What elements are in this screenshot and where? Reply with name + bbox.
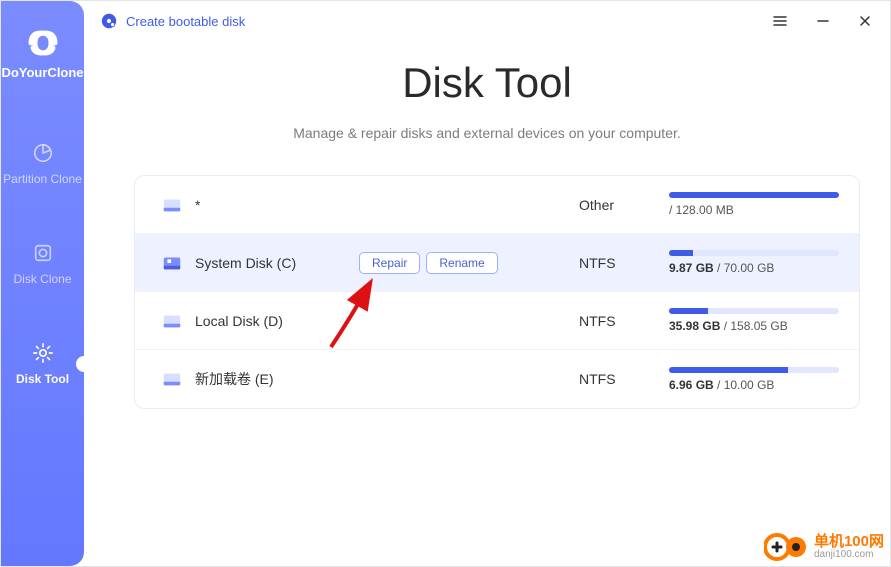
- usage-bar: [669, 192, 839, 198]
- create-bootable-link[interactable]: Create bootable disk: [100, 12, 245, 30]
- disk-usage: 35.98 GB / 158.05 GB: [669, 308, 839, 333]
- disk-usage: 6.96 GB / 10.00 GB: [669, 367, 839, 392]
- content: Disk Tool Manage & repair disks and exte…: [84, 41, 890, 566]
- usage-bar: [669, 308, 708, 314]
- disk-filesystem: Other: [579, 197, 669, 213]
- create-bootable-label: Create bootable disk: [126, 14, 245, 29]
- sidebar: DoYourClone Partition Clone Disk Clone: [1, 1, 84, 566]
- repair-button[interactable]: Repair: [359, 252, 420, 274]
- watermark-logo-icon: [764, 530, 808, 564]
- drive-icon: [161, 368, 183, 390]
- system-drive-icon: [161, 252, 183, 274]
- minimize-button[interactable]: [816, 14, 830, 28]
- disk-filesystem: NTFS: [579, 313, 669, 329]
- watermark-line1: 单机100网: [814, 534, 884, 550]
- menu-button[interactable]: [772, 13, 788, 29]
- gear-icon: [32, 342, 54, 364]
- watermark: 单机100网 danji100.com: [764, 530, 884, 564]
- window-controls: [772, 13, 872, 29]
- brand: DoYourClone: [1, 29, 83, 80]
- page-title: Disk Tool: [84, 59, 890, 107]
- piechart-icon: [32, 142, 54, 164]
- disk-usage: / 128.00 MB: [669, 192, 839, 217]
- nav: Partition Clone Disk Clone Disk Tool: [1, 128, 84, 428]
- brand-logo-icon: [23, 29, 63, 57]
- nav-label: Disk Tool: [16, 372, 69, 386]
- disk-name: System Disk (C): [189, 255, 359, 271]
- disk-row[interactable]: Local Disk (D) NTFS 35.98 GB / 158.05 GB: [135, 292, 859, 350]
- disk-row[interactable]: * Other / 128.00 MB: [135, 176, 859, 234]
- disk-row[interactable]: System Disk (C) Repair Rename NTFS 9.87 …: [135, 234, 859, 292]
- main: Create bootable disk Disk Tool Manage & …: [84, 1, 890, 566]
- minimize-icon: [816, 14, 830, 28]
- disk-name: *: [189, 197, 359, 213]
- disk-name: 新加载卷 (E): [189, 369, 359, 389]
- nav-label: Partition Clone: [3, 172, 82, 186]
- disk-list: * Other / 128.00 MB: [134, 175, 860, 409]
- disk-filesystem: NTFS: [579, 255, 669, 271]
- nav-label: Disk Clone: [13, 272, 71, 286]
- disc-icon: [100, 12, 118, 30]
- hamburger-icon: [772, 13, 788, 29]
- drive-icon: [161, 310, 183, 332]
- topbar: Create bootable disk: [84, 1, 890, 41]
- disk-row[interactable]: 新加载卷 (E) NTFS 6.96 GB / 10.00 GB: [135, 350, 859, 408]
- disk-name: Local Disk (D): [189, 313, 359, 329]
- watermark-line2: danji100.com: [814, 550, 884, 561]
- usage-bar: [669, 367, 788, 373]
- page-subtitle: Manage & repair disks and external devic…: [84, 125, 890, 141]
- nav-disk-tool[interactable]: Disk Tool: [1, 328, 84, 400]
- disk-usage: 9.87 GB / 70.00 GB: [669, 250, 839, 275]
- close-button[interactable]: [858, 14, 872, 28]
- close-icon: [858, 14, 872, 28]
- nav-partition-clone[interactable]: Partition Clone: [1, 128, 84, 200]
- disk-clone-icon: [32, 242, 54, 264]
- rename-button[interactable]: Rename: [426, 252, 497, 274]
- usage-bar: [669, 250, 693, 256]
- brand-name: DoYourClone: [1, 65, 83, 80]
- nav-disk-clone[interactable]: Disk Clone: [1, 228, 84, 300]
- drive-icon: [161, 194, 183, 216]
- disk-filesystem: NTFS: [579, 371, 669, 387]
